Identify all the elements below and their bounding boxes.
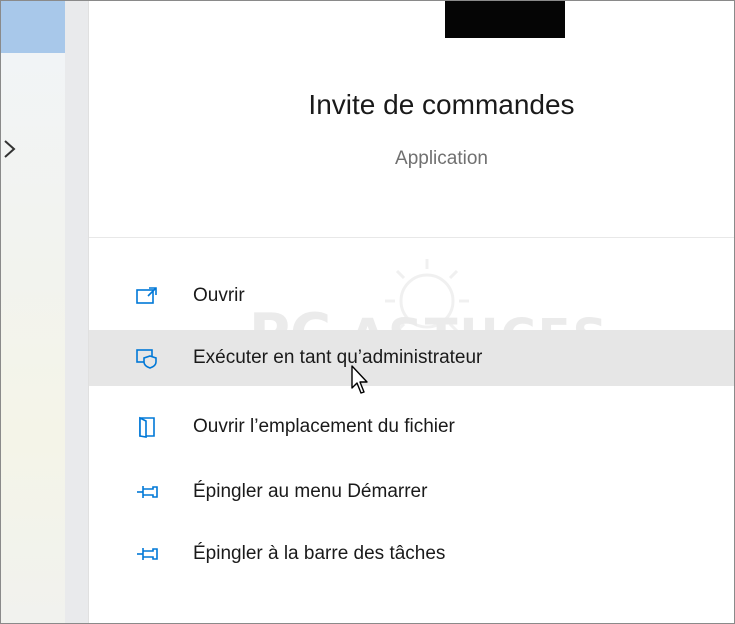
menu-item-run-as-admin[interactable]: Exécuter en tant qu’administrateur <box>89 330 734 386</box>
app-details-pane: Invite de commandes Application PC ASTUC… <box>89 1 734 623</box>
menu-item-pin-to-start[interactable]: Épingler au menu Démarrer <box>89 464 734 520</box>
divider <box>89 237 734 238</box>
command-prompt-app-icon <box>445 1 565 38</box>
pin-icon <box>137 548 158 560</box>
menu-item-open[interactable]: Ouvrir <box>89 268 734 324</box>
open-icon <box>136 287 157 304</box>
menu-item-label: Ouvrir l’emplacement du fichier <box>193 416 455 437</box>
admin-shield-icon <box>136 349 157 369</box>
menu-item-label: Épingler à la barre des tâches <box>193 543 446 564</box>
pin-icon <box>137 486 158 498</box>
start-menu-search-panel: Invite de commandes Application PC ASTUC… <box>0 0 735 624</box>
mouse-cursor-icon <box>351 365 368 394</box>
file-location-icon <box>139 416 155 438</box>
menu-item-open-file-location[interactable]: Ouvrir l’emplacement du fichier <box>89 399 734 455</box>
selected-result[interactable] <box>1 1 65 53</box>
menu-item-label: Ouvrir <box>193 285 245 306</box>
chevron-right-icon[interactable] <box>1 135 21 163</box>
app-title: Invite de commandes <box>308 89 575 120</box>
menu-item-label: Exécuter en tant qu’administrateur <box>193 347 483 368</box>
app-type: Application <box>395 148 488 169</box>
menu-item-pin-to-taskbar[interactable]: Épingler à la barre des tâches <box>89 526 734 582</box>
menu-item-label: Épingler au menu Démarrer <box>193 481 428 502</box>
results-list-pane <box>1 1 89 623</box>
results-scroll-gutter <box>65 1 88 623</box>
